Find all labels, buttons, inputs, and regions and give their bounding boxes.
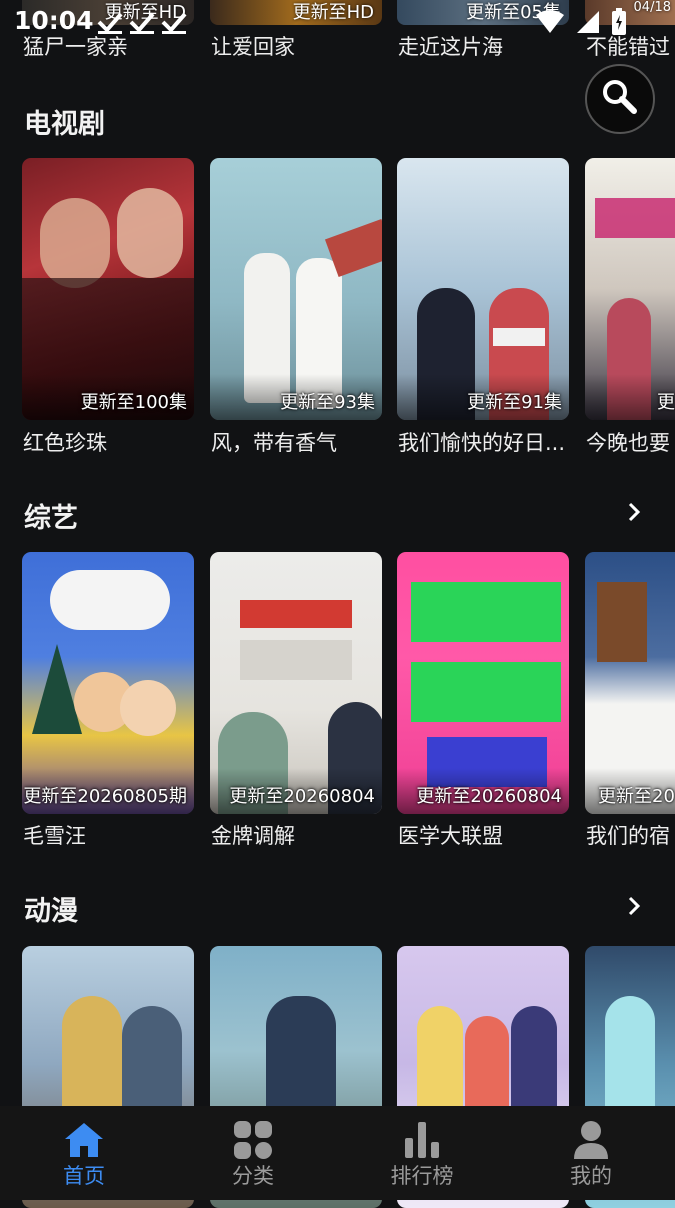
search-icon	[601, 78, 639, 120]
episode-badge: 更新至91集	[467, 392, 562, 413]
poster-card[interactable]: 更新至20260804	[397, 552, 569, 814]
poster-card[interactable]: 更新至20	[585, 552, 675, 814]
poster-card[interactable]: 更新至20260805期	[22, 552, 194, 814]
poster-card[interactable]: 更新至100集	[22, 158, 194, 420]
nav-label: 首页	[63, 1164, 105, 1188]
section-title: 动漫	[24, 896, 78, 927]
episode-badge: 更新至20	[598, 786, 675, 807]
episode-badge: 更新至100集	[80, 392, 187, 413]
cellular-signal-icon	[575, 9, 601, 39]
poster-title[interactable]: 今晚也要	[586, 427, 675, 457]
poster-title[interactable]: 金牌调解	[211, 820, 383, 850]
category-icon	[231, 1120, 275, 1160]
check-icon	[128, 9, 156, 35]
section-title: 综艺	[24, 503, 78, 534]
status-bar: 10:04	[0, 0, 675, 46]
profile-icon	[569, 1120, 613, 1160]
bottom-navigation: 首页 分类 排行榜 我的	[0, 1106, 675, 1200]
battery-icon	[611, 8, 627, 40]
poster-card[interactable]: 更	[585, 158, 675, 420]
poster-title[interactable]: 我们的宿	[586, 820, 675, 850]
episode-badge: 更新至20260804	[229, 786, 375, 807]
poster-title[interactable]: 医学大联盟	[398, 820, 570, 850]
status-time: 10:04	[14, 6, 94, 35]
section-title: 电视剧	[24, 109, 105, 140]
nav-label: 排行榜	[390, 1164, 454, 1188]
home-icon	[62, 1120, 106, 1160]
nav-home[interactable]: 首页	[29, 1120, 139, 1190]
chevron-right-icon[interactable]	[624, 894, 644, 918]
nav-label: 分类	[232, 1164, 274, 1188]
episode-badge: 更	[657, 392, 675, 413]
chevron-right-icon[interactable]	[624, 500, 644, 524]
episode-badge: 更新至20260805期	[23, 786, 187, 807]
poster-card[interactable]: 更新至91集	[397, 158, 569, 420]
poster-title[interactable]: 我们愉快的好日...	[398, 427, 573, 457]
episode-badge: 更新至20260804	[416, 786, 562, 807]
nav-ranking[interactable]: 排行榜	[367, 1120, 477, 1190]
poster-card[interactable]: 更新至93集	[210, 158, 382, 420]
nav-profile[interactable]: 我的	[536, 1120, 646, 1190]
poster-title[interactable]: 红色珍珠	[23, 427, 195, 457]
ranking-icon	[400, 1120, 444, 1160]
wifi-icon	[535, 9, 565, 39]
nav-label: 我的	[570, 1164, 612, 1188]
search-button[interactable]	[585, 64, 655, 134]
poster-card[interactable]: 更新至20260804	[210, 552, 382, 814]
poster-title[interactable]: 风，带有香气	[211, 427, 383, 457]
episode-badge: 更新至93集	[280, 392, 375, 413]
nav-category[interactable]: 分类	[198, 1120, 308, 1190]
check-icon	[160, 9, 188, 35]
poster-title[interactable]: 毛雪汪	[23, 820, 195, 850]
check-icon	[96, 9, 124, 35]
